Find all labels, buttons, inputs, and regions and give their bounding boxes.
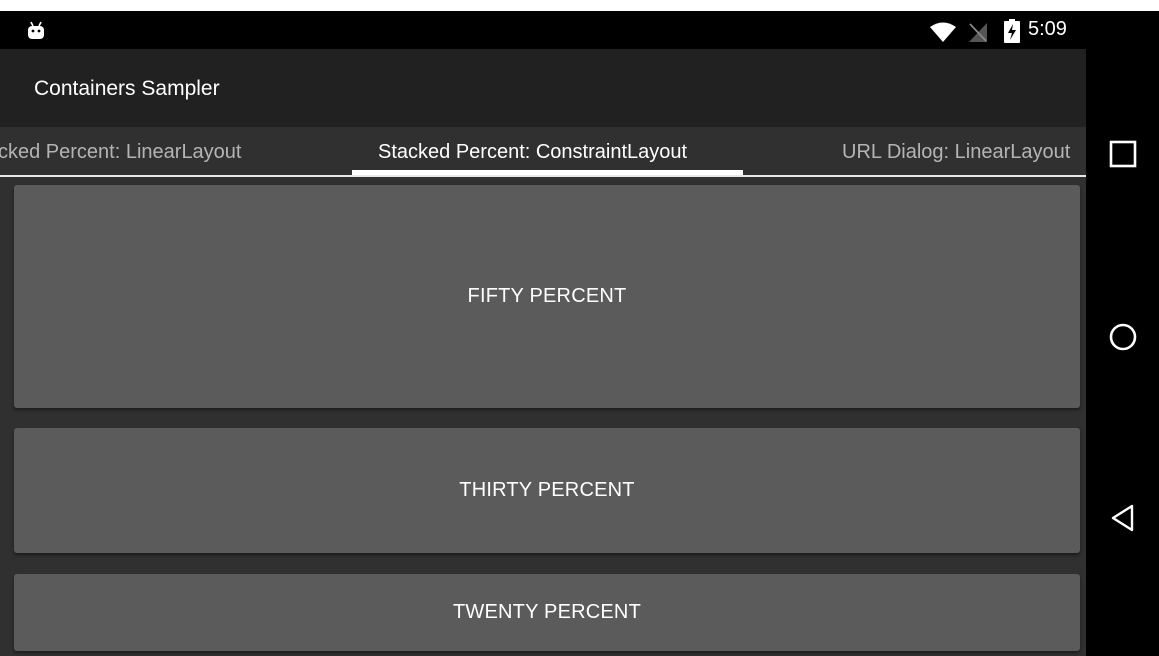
fifty-percent-button[interactable]: FIFTY PERCENT <box>14 185 1080 408</box>
device-screen: 5:09 Containers Sampler cked Percent: Li… <box>0 11 1086 656</box>
thirty-percent-button[interactable]: THIRTY PERCENT <box>14 428 1080 553</box>
wifi-icon <box>930 22 956 42</box>
app-bar: Containers Sampler <box>0 49 1086 127</box>
tab-bar: cked Percent: LinearLayout Stacked Perce… <box>0 127 1086 177</box>
app-title: Containers Sampler <box>34 77 220 100</box>
back-icon[interactable] <box>1108 503 1138 533</box>
screen: 5:09 Containers Sampler cked Percent: Li… <box>0 0 1159 656</box>
status-time: 5:09 <box>1028 18 1067 40</box>
no-signal-icon <box>969 23 987 42</box>
home-icon[interactable] <box>1108 322 1138 352</box>
status-bar: 5:09 <box>0 11 1086 49</box>
battery-charging-icon <box>1004 19 1020 43</box>
navigation-bar <box>1086 11 1159 656</box>
tab-stacked-percent-linearlayout[interactable]: cked Percent: LinearLayout <box>0 141 242 164</box>
android-icon <box>28 21 44 39</box>
tab-url-dialog-linearlayout[interactable]: URL Dialog: LinearLayout <box>842 141 1070 164</box>
tab-indicator <box>352 170 743 175</box>
tab-stacked-percent-constraintlayout[interactable]: Stacked Percent: ConstraintLayout <box>378 141 687 164</box>
recent-apps-icon[interactable] <box>1108 139 1138 169</box>
twenty-percent-button[interactable]: TWENTY PERCENT <box>14 574 1080 651</box>
